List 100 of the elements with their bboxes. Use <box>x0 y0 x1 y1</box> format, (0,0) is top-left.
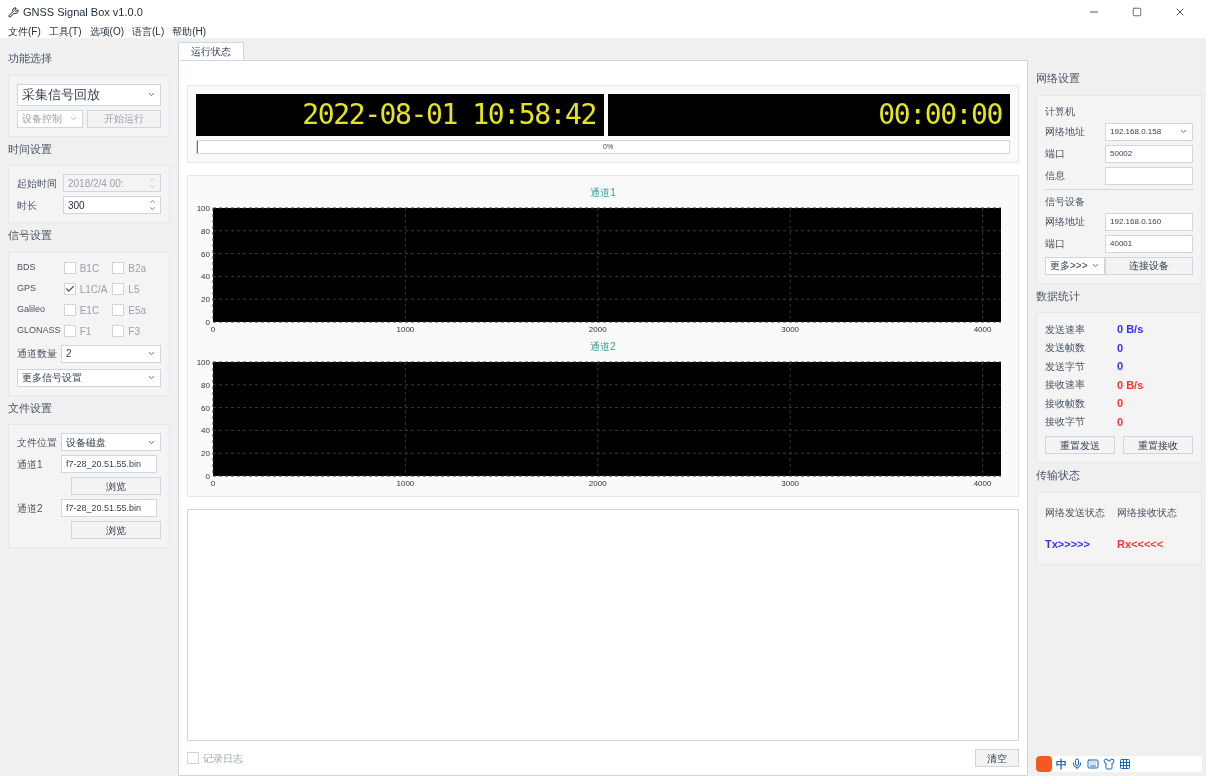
group-title: 信号设置 <box>8 228 53 243</box>
check-icon <box>64 284 75 294</box>
caret-icon <box>147 373 156 382</box>
address-dropdown[interactable]: 192.168.0.158 <box>1105 122 1193 141</box>
stat-value: 0 <box>1117 340 1124 356</box>
checkbox[interactable] <box>63 283 76 295</box>
log-area[interactable] <box>187 509 1019 741</box>
input-field[interactable]: f7-28_20.51.55.bin <box>61 499 157 517</box>
push-button[interactable]: 重置接收 <box>1123 436 1193 454</box>
status-label: 网络发送状态 <box>1045 505 1105 520</box>
field-label: 文件位置 <box>17 435 57 450</box>
push-button[interactable]: 连接设备 <box>1105 256 1193 275</box>
checkbox-label: E1C <box>79 303 100 318</box>
subgroup-title: 信号设备 <box>1045 194 1086 209</box>
close-icon[interactable] <box>1174 6 1186 18</box>
x-tick-label: 2000 <box>588 325 607 334</box>
more-dropdown[interactable]: 更多>>> <box>1045 256 1105 275</box>
status-value: Rx<<<<< <box>1117 536 1165 552</box>
push-button[interactable]: 浏览 <box>71 521 161 539</box>
group-title: 网络设置 <box>1036 71 1081 86</box>
menu-item[interactable]: 工具(T) <box>48 23 82 39</box>
chart-title: 通道1 <box>590 187 616 198</box>
group-title: 数据统计 <box>1036 288 1081 304</box>
checkbox-label: B1C <box>79 261 100 276</box>
more-settings-dropdown[interactable]: 更多信号设置 <box>17 368 161 387</box>
checkbox[interactable] <box>63 262 76 274</box>
checkbox[interactable] <box>112 262 125 274</box>
x-tick-label: 0 <box>210 479 216 488</box>
checkbox[interactable] <box>187 752 199 764</box>
menu-item[interactable]: 语言(L) <box>132 23 165 39</box>
x-tick-label: 4000 <box>973 325 992 334</box>
checkbox[interactable] <box>112 304 125 316</box>
input-field[interactable]: f7-28_20.51.55.bin <box>61 455 157 473</box>
caret-icon <box>1091 261 1100 270</box>
stat-value: 0 B/s <box>1117 377 1144 393</box>
input-field[interactable]: 50002 <box>1105 144 1193 163</box>
microphone-icon[interactable] <box>1071 757 1083 770</box>
caret-icon <box>1179 127 1188 136</box>
status-value: Tx>>>>> <box>1045 536 1091 552</box>
ime-mode[interactable]: 中 <box>1056 755 1067 772</box>
input-field[interactable] <box>1105 166 1193 185</box>
push-button[interactable]: 重置发送 <box>1045 436 1115 454</box>
field-label: 端口 <box>1045 147 1065 161</box>
checkbox[interactable] <box>63 325 76 337</box>
mode-dropdown[interactable]: 采集信号回放 <box>17 83 161 106</box>
y-tick-label: 40 <box>201 272 210 282</box>
input-field[interactable]: 192.168.0.160 <box>1105 212 1193 231</box>
field-label: 时长 <box>17 198 38 213</box>
y-tick-label: 20 <box>201 295 210 305</box>
field-label: 通道1 <box>17 457 44 472</box>
checkbox[interactable] <box>112 325 125 337</box>
y-tick-label: 100 <box>196 358 210 367</box>
up-icon <box>149 198 156 205</box>
x-tick-label: 1000 <box>396 325 415 334</box>
up-icon <box>149 176 156 183</box>
x-tick-label: 3000 <box>781 325 800 334</box>
checkbox-label: 记录日志 <box>203 751 243 766</box>
elapsed-display: 00:00:00 <box>608 94 1010 136</box>
push-button[interactable]: 清空 <box>975 749 1019 767</box>
system-label: GPS <box>17 282 37 296</box>
channel-count-dropdown[interactable]: 2 <box>61 344 161 363</box>
y-tick-label: 20 <box>201 449 210 459</box>
x-tick-label: 4000 <box>973 479 992 488</box>
x-tick-label: 1000 <box>396 479 415 488</box>
checkbox-label: L5 <box>128 282 140 297</box>
field-label: 网络地址 <box>1045 215 1085 229</box>
menu-item[interactable]: 文件(F) <box>8 23 41 39</box>
checkbox-label: L1C/A <box>79 282 108 297</box>
field-label: 通道数量 <box>17 347 57 361</box>
keyboard-icon[interactable] <box>1087 757 1099 770</box>
group-title: 功能选择 <box>8 51 53 66</box>
restore-icon[interactable] <box>1132 7 1142 17</box>
x-tick-label: 2000 <box>588 479 607 488</box>
datetime-display: 2022-08-01 10:58:42 <box>196 94 604 136</box>
field-label: 端口 <box>1045 237 1065 251</box>
caret-icon <box>147 349 156 358</box>
input-field[interactable]: 40001 <box>1105 234 1193 253</box>
tab[interactable]: 运行状态 <box>178 42 244 60</box>
field-label: 通道2 <box>17 501 44 516</box>
x-tick-label: 0 <box>210 325 216 334</box>
menu-item[interactable]: 帮助(H) <box>172 23 207 39</box>
stat-label: 接收速率 <box>1045 378 1086 393</box>
checkbox[interactable] <box>63 304 76 316</box>
stat-label: 发送字节 <box>1045 359 1086 374</box>
shirt-icon[interactable] <box>1103 757 1115 770</box>
subgroup-title: 计算机 <box>1045 104 1076 119</box>
grid-icon[interactable] <box>1119 757 1131 770</box>
spin-box[interactable]: 300 <box>63 196 161 214</box>
checkbox[interactable] <box>112 283 125 295</box>
chart-title: 通道2 <box>590 341 616 352</box>
stat-value: 0 <box>1117 359 1124 374</box>
wrench-icon <box>8 6 19 18</box>
y-tick-label: 40 <box>201 426 210 436</box>
checkbox-label: F3 <box>128 324 141 339</box>
y-tick-label: 0 <box>205 318 210 327</box>
location-dropdown[interactable]: 设备磁盘 <box>61 433 161 451</box>
menu-item[interactable]: 选项(O) <box>89 23 124 39</box>
push-button[interactable]: 浏览 <box>71 477 161 495</box>
stat-label: 接收帧数 <box>1045 396 1086 411</box>
down-icon <box>149 183 156 190</box>
